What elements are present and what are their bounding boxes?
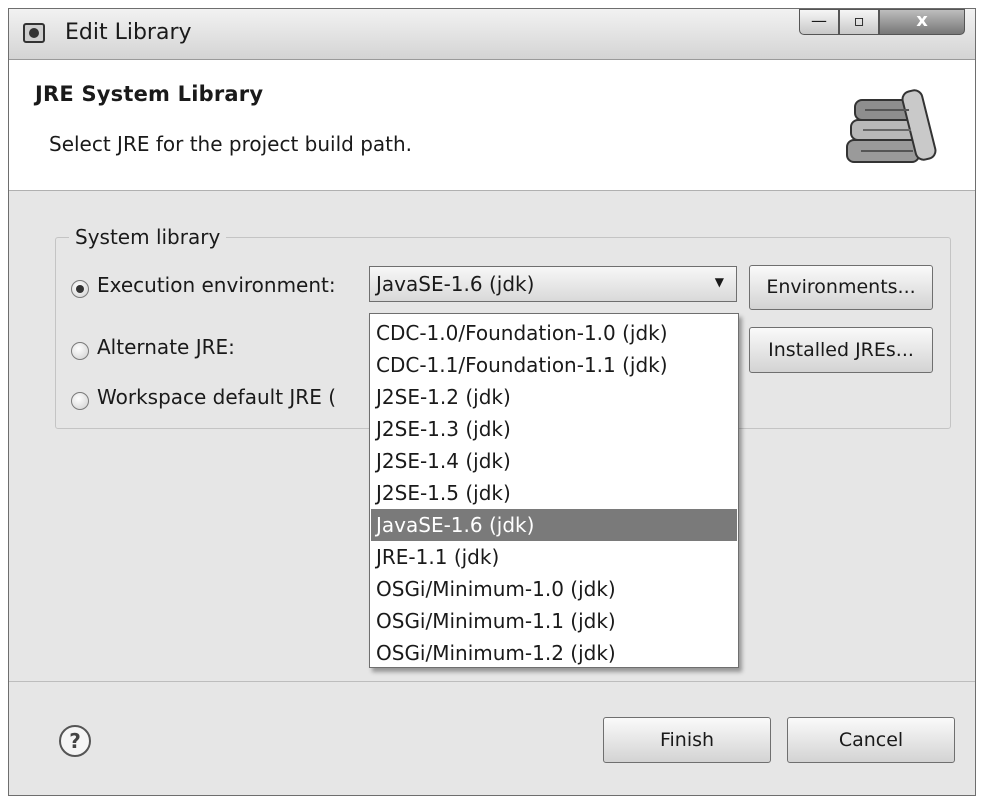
- wizard-header: JRE System Library Select JRE for the pr…: [9, 60, 975, 191]
- dropdown-item[interactable]: J2SE-1.3 (jdk): [371, 413, 737, 445]
- installed-jres-button[interactable]: Installed JREs...: [749, 327, 933, 373]
- dropdown-item-selected[interactable]: JavaSE-1.6 (jdk): [371, 509, 737, 541]
- window-title: Edit Library: [65, 20, 192, 45]
- alternate-jre-label: Alternate JRE:: [97, 335, 235, 359]
- dropdown-item[interactable]: CDC-1.1/Foundation-1.1 (jdk): [371, 349, 737, 381]
- dropdown-item[interactable]: J2SE-1.2 (jdk): [371, 381, 737, 413]
- minimize-button[interactable]: —: [799, 9, 839, 35]
- eclipse-app-icon: [23, 23, 45, 43]
- close-button[interactable]: x: [879, 9, 965, 35]
- maximize-button[interactable]: ▫: [839, 9, 879, 35]
- page-description: Select JRE for the project build path.: [49, 132, 413, 156]
- finish-button[interactable]: Finish: [603, 717, 771, 763]
- execution-environment-label: Execution environment:: [97, 273, 336, 297]
- dropdown-item[interactable]: J2SE-1.4 (jdk): [371, 445, 737, 477]
- title-bar[interactable]: Edit Library — ▫ x: [9, 9, 975, 60]
- group-title: System library: [69, 225, 227, 249]
- workspace-default-jre-radio[interactable]: [71, 392, 89, 410]
- cancel-button[interactable]: Cancel: [787, 717, 955, 763]
- environments-button[interactable]: Environments...: [749, 265, 933, 310]
- dropdown-item[interactable]: OSGi/Minimum-1.1 (jdk): [371, 605, 737, 637]
- combo-value: JavaSE-1.6 (jdk): [376, 272, 535, 296]
- dropdown-item[interactable]: CDC-1.0/Foundation-1.0 (jdk): [371, 317, 737, 349]
- dropdown-item[interactable]: J2SE-1.5 (jdk): [371, 477, 737, 509]
- dropdown-item[interactable]: JRE-1.1 (jdk): [371, 541, 737, 573]
- execution-environment-radio[interactable]: [71, 280, 89, 298]
- alternate-jre-radio[interactable]: [71, 342, 89, 360]
- page-title: JRE System Library: [35, 82, 264, 106]
- edit-library-dialog: Edit Library — ▫ x JRE System Library Se…: [8, 8, 976, 796]
- dropdown-item[interactable]: OSGi/Minimum-1.0 (jdk): [371, 573, 737, 605]
- workspace-default-jre-label: Workspace default JRE (: [97, 385, 336, 409]
- library-books-icon: [846, 89, 937, 163]
- button-bar-separator: [9, 681, 975, 682]
- execution-environment-combo[interactable]: JavaSE-1.6 (jdk) ▼: [369, 266, 737, 302]
- help-icon[interactable]: ?: [59, 725, 91, 757]
- execution-environment-dropdown-list[interactable]: CDC-1.0/Foundation-1.0 (jdk) CDC-1.1/Fou…: [369, 313, 739, 668]
- dropdown-item[interactable]: OSGi/Minimum-1.2 (jdk): [371, 637, 737, 669]
- dropdown-arrow-icon[interactable]: ▼: [715, 275, 724, 289]
